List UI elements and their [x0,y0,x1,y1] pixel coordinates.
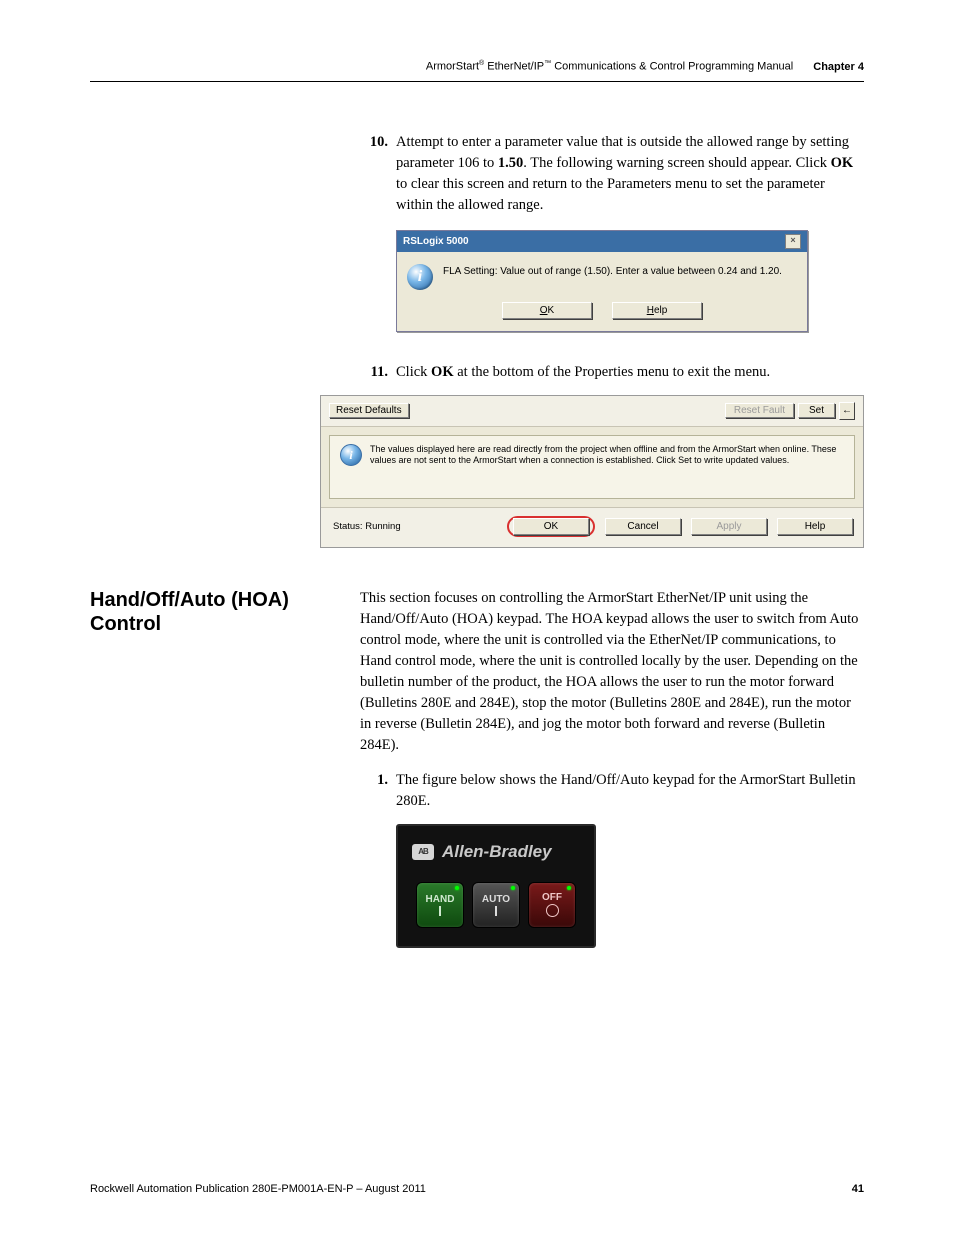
hand-bar-icon [439,906,441,916]
auto-bar-icon [495,906,497,916]
warning-dialog: RSLogix 5000 × i FLA Setting: Value out … [396,230,808,332]
ab-logo-icon: AB [412,844,434,860]
hoa-keypad-figure: AB Allen-Bradley HAND AUTO [396,824,596,948]
ok-button[interactable]: OK [502,302,592,319]
off-button[interactable]: OFF [528,882,576,928]
hand-button[interactable]: HAND [416,882,464,928]
cancel-button[interactable]: Cancel [605,518,681,535]
help-button[interactable]: Help [612,302,702,319]
status-label: Status: Running [333,521,401,532]
hdr-chapter: Chapter 4 [813,61,864,73]
hdr-product-prefix: ArmorStart [426,61,479,73]
step-1-num: 1. [360,770,388,812]
reset-defaults-button[interactable]: Reset Defaults [329,403,409,418]
info-icon: i [340,444,362,466]
step-10-text: Attempt to enter a parameter value that … [396,132,864,216]
led-icon [511,886,515,890]
step-1-text: The figure below shows the Hand/Off/Auto… [396,770,864,812]
led-icon [567,886,571,890]
page-footer: Rockwell Automation Publication 280E-PM0… [90,1183,864,1195]
back-arrow-icon[interactable]: ← [839,402,855,420]
step-11-num: 11. [360,362,388,383]
set-button[interactable]: Set [798,403,835,418]
ok-button[interactable]: OK [513,518,589,535]
info-icon: i [407,264,433,290]
dialog-titlebar: RSLogix 5000 × [397,231,807,252]
dialog-title: RSLogix 5000 [403,236,469,247]
hdr-product-suffix: Communications & Control Programming Man… [551,61,793,73]
info-box: i The values displayed here are read dir… [329,435,855,499]
close-icon[interactable]: × [785,234,801,249]
step-11-text: Click OK at the bottom of the Properties… [396,362,864,383]
step-1: 1. The figure below shows the Hand/Off/A… [360,770,864,812]
step-11: 11. Click OK at the bottom of the Proper… [360,362,864,383]
section-paragraph: This section focuses on controlling the … [360,588,864,756]
auto-button[interactable]: AUTO [472,882,520,928]
led-icon [455,886,459,890]
properties-panel: Reset Defaults Reset Fault Set ← i The v… [320,395,864,548]
page-header: ArmorStart® EtherNet/IP™ Communications … [90,60,864,82]
help-button[interactable]: Help [777,518,853,535]
step-10: 10. Attempt to enter a parameter value t… [360,132,864,216]
brand-text: Allen-Bradley [442,842,552,862]
reset-fault-button: Reset Fault [725,403,794,418]
hdr-product-mid: EtherNet/IP [484,61,544,73]
off-ring-icon [546,904,559,917]
step-10-num: 10. [360,132,388,216]
ok-highlight-annotation: OK [507,516,595,537]
section-heading: Hand/Off/Auto (HOA) Control [90,588,330,948]
dialog-message: FLA Setting: Value out of range (1.50). … [443,264,782,277]
page-number: 41 [852,1183,864,1195]
info-text: The values displayed here are read direc… [370,444,844,467]
apply-button: Apply [691,518,767,535]
publication-info: Rockwell Automation Publication 280E-PM0… [90,1183,426,1195]
